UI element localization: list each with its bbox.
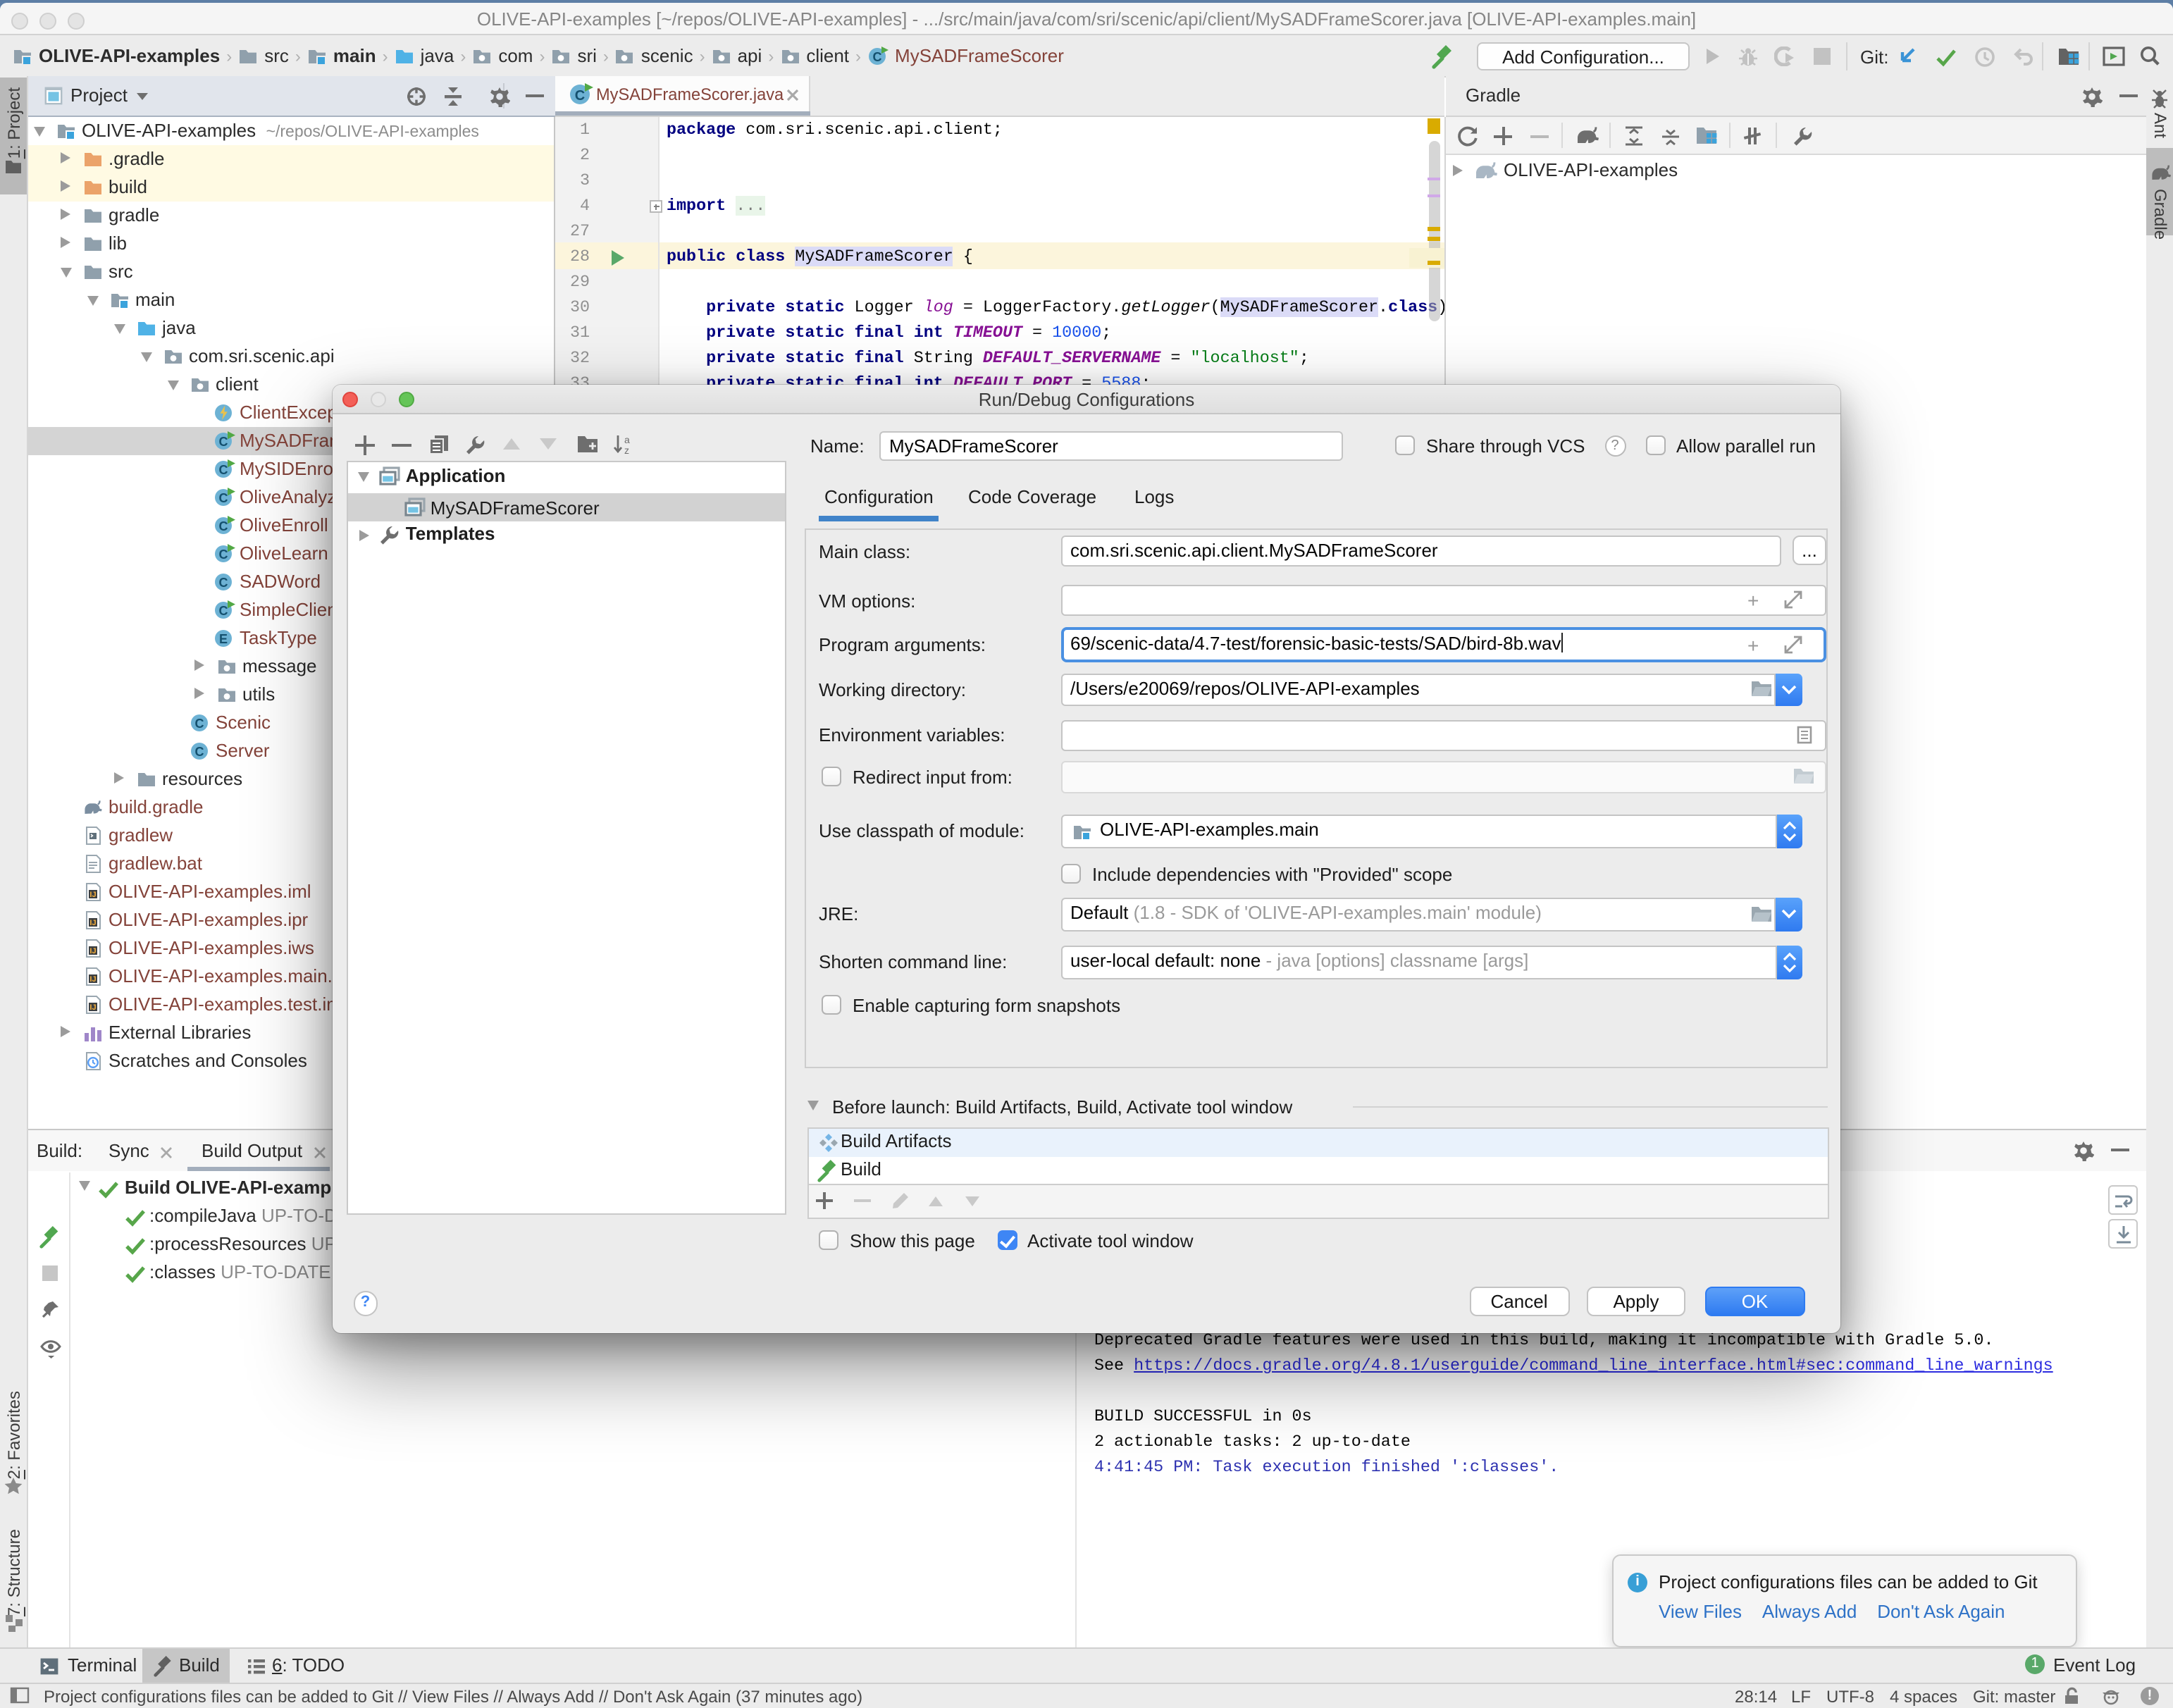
svg-text:z: z bbox=[624, 445, 629, 455]
svg-text:IJ: IJ bbox=[89, 891, 96, 899]
svg-text:C: C bbox=[219, 491, 228, 505]
svg-text:C: C bbox=[219, 519, 228, 533]
svg-text:a: a bbox=[624, 434, 630, 445]
svg-text:C: C bbox=[219, 604, 228, 618]
svg-text:C: C bbox=[575, 88, 585, 104]
svg-text:C: C bbox=[219, 576, 228, 590]
svg-text:IJ: IJ bbox=[89, 919, 96, 927]
svg-text:C: C bbox=[195, 745, 204, 759]
svg-text:E: E bbox=[219, 632, 228, 646]
svg-text:C: C bbox=[219, 435, 228, 449]
svg-text:IJ: IJ bbox=[89, 1003, 96, 1012]
svg-text:C: C bbox=[195, 717, 204, 731]
svg-text:C: C bbox=[872, 49, 881, 63]
svg-text:C: C bbox=[219, 547, 228, 562]
svg-text:IJ: IJ bbox=[89, 975, 96, 984]
svg-text:C: C bbox=[219, 463, 228, 477]
svg-text:IJ: IJ bbox=[89, 947, 96, 955]
